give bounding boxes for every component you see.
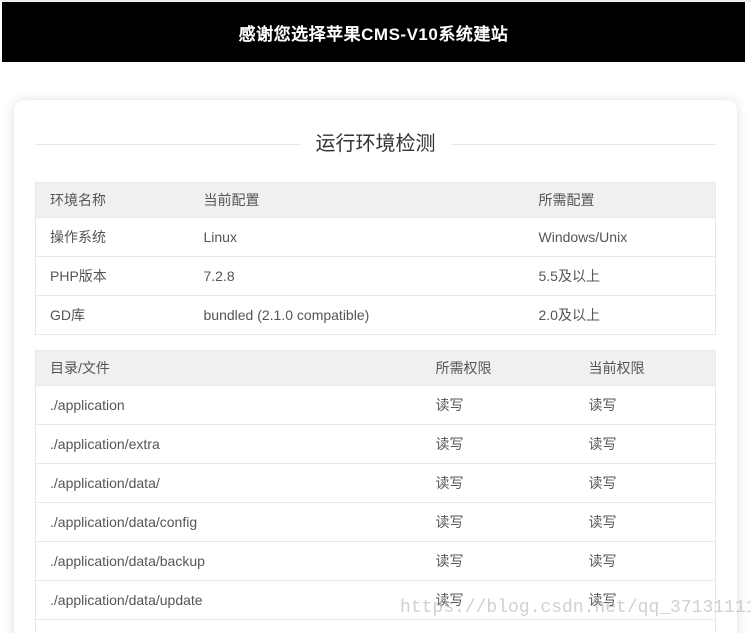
environment-table-body: 操作系统LinuxWindows/UnixPHP版本7.2.85.5及以上GD库…: [36, 218, 716, 335]
column-header: 环境名称: [36, 183, 190, 218]
app-header-title: 感谢您选择苹果CMS-V10系统建站: [239, 20, 509, 45]
table-header-row: 环境名称当前配置所需配置: [36, 183, 716, 218]
column-header: 目录/文件: [36, 351, 422, 386]
app-header: 感谢您选择苹果CMS-V10系统建站: [2, 2, 745, 62]
table-cell: Windows/Unix: [525, 218, 716, 257]
table-cell: GD库: [36, 296, 190, 335]
table-cell: 读写: [422, 581, 575, 620]
table-cell: ./application/data/update: [36, 581, 422, 620]
permissions-table: 目录/文件所需权限当前权限 ./application读写读写./applica…: [35, 350, 716, 633]
install-check-card: 运行环境检测 环境名称当前配置所需配置 操作系统LinuxWindows/Uni…: [14, 100, 737, 633]
table-cell: ./application: [36, 386, 422, 425]
table-row: ./application/data/backup读写读写: [36, 542, 716, 581]
table-cell: 读写: [575, 386, 716, 425]
table-cell-empty: [36, 620, 716, 633]
table-cell: 读写: [575, 503, 716, 542]
table-cell: 读写: [422, 503, 575, 542]
table-header-row: 目录/文件所需权限当前权限: [36, 351, 716, 386]
column-header: 当前配置: [190, 183, 525, 218]
table-cell: 读写: [575, 464, 716, 503]
table-cell: bundled (2.1.0 compatible): [190, 296, 525, 335]
table-cell: 读写: [575, 581, 716, 620]
table-cell: 7.2.8: [190, 257, 525, 296]
table-cell: Linux: [190, 218, 525, 257]
table-cell: ./application/data/: [36, 464, 422, 503]
table-row: ./application/extra读写读写: [36, 425, 716, 464]
permissions-table-body: ./application读写读写./application/extra读写读写…: [36, 386, 716, 620]
table-row: ./application/data/读写读写: [36, 464, 716, 503]
permissions-table-cutoff: [36, 620, 716, 633]
table-cell: 2.0及以上: [525, 296, 716, 335]
page-title: 运行环境检测: [301, 133, 451, 155]
table-row-cutoff: [36, 620, 716, 633]
permissions-table-header: 目录/文件所需权限当前权限: [36, 351, 716, 386]
table-cell: 读写: [575, 542, 716, 581]
section-title: 运行环境检测: [35, 133, 716, 155]
table-row: GD库bundled (2.1.0 compatible)2.0及以上: [36, 296, 716, 335]
column-header: 当前权限: [575, 351, 716, 386]
table-cell: 读写: [422, 464, 575, 503]
column-header: 所需权限: [422, 351, 575, 386]
table-row: PHP版本7.2.85.5及以上: [36, 257, 716, 296]
environment-table: 环境名称当前配置所需配置 操作系统LinuxWindows/UnixPHP版本7…: [35, 182, 716, 335]
table-cell: 5.5及以上: [525, 257, 716, 296]
table-cell: 读写: [422, 425, 575, 464]
table-cell: 读写: [422, 542, 575, 581]
table-cell: 操作系统: [36, 218, 190, 257]
table-cell: ./application/data/backup: [36, 542, 422, 581]
table-row: 操作系统LinuxWindows/Unix: [36, 218, 716, 257]
table-gap: [35, 335, 716, 350]
table-cell: 读写: [575, 425, 716, 464]
table-row: ./application读写读写: [36, 386, 716, 425]
table-cell: ./application/data/config: [36, 503, 422, 542]
table-row: ./application/data/update读写读写: [36, 581, 716, 620]
table-cell: PHP版本: [36, 257, 190, 296]
table-row: ./application/data/config读写读写: [36, 503, 716, 542]
title-divider-left: [35, 144, 301, 145]
table-cell: 读写: [422, 386, 575, 425]
environment-table-header: 环境名称当前配置所需配置: [36, 183, 716, 218]
table-cell: ./application/extra: [36, 425, 422, 464]
column-header: 所需配置: [525, 183, 716, 218]
title-divider-right: [451, 144, 717, 145]
